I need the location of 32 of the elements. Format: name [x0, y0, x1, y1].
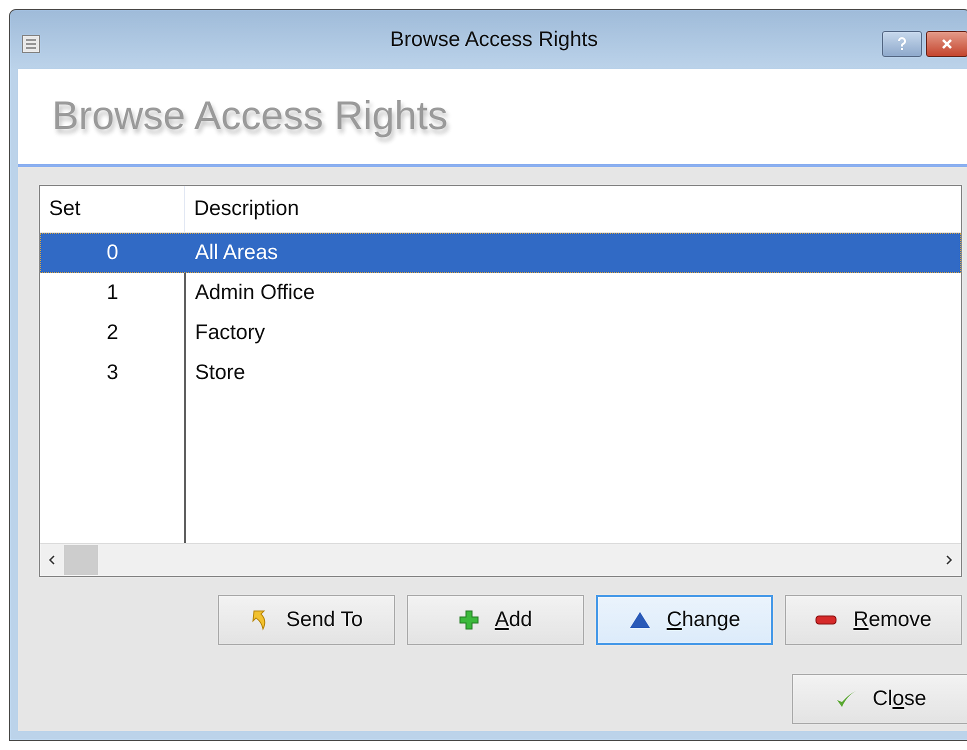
- table-row[interactable]: 1 Admin Office: [40, 273, 961, 313]
- table-cell-text: Admin Office: [194, 281, 316, 305]
- horizontal-scrollbar[interactable]: [40, 543, 961, 576]
- table-cell-text: 1: [106, 281, 120, 305]
- table-row[interactable]: 0 All Areas: [40, 233, 961, 273]
- table-cell-text: Factory: [194, 321, 266, 345]
- column-header[interactable]: Set: [40, 186, 185, 232]
- menu-icon[interactable]: [22, 34, 40, 52]
- table-row[interactable]: 2 Factory: [40, 313, 961, 353]
- action-button[interactable]: Remove: [785, 595, 962, 645]
- close-dialog-button[interactable]: Close: [792, 674, 967, 724]
- column-header[interactable]: Description: [185, 186, 961, 232]
- checkmark-icon: [834, 689, 857, 709]
- close-icon: [941, 38, 953, 48]
- table-cell-text: All Areas: [194, 241, 279, 265]
- close-button[interactable]: [926, 30, 967, 56]
- action-button[interactable]: Change: [596, 595, 773, 645]
- table-row[interactable]: 3 Store: [40, 353, 961, 393]
- window-title: Browse Access Rights: [390, 28, 598, 52]
- triangle-icon: [628, 611, 651, 629]
- table-cell-text: Store: [194, 361, 246, 385]
- action-button[interactable]: Add: [407, 595, 584, 645]
- plus-icon: [458, 610, 479, 630]
- scrollbar-thumb[interactable]: [64, 545, 98, 575]
- question-icon: [897, 36, 907, 50]
- table-cell-text: 3: [106, 361, 120, 385]
- help-button[interactable]: [882, 30, 922, 56]
- minus-icon: [815, 615, 838, 625]
- action-button[interactable]: Send To: [218, 595, 395, 645]
- header-title: Browse Access Rights: [52, 94, 448, 139]
- table-cell-text: 0: [106, 241, 120, 265]
- table-cell-text: 2: [106, 321, 120, 345]
